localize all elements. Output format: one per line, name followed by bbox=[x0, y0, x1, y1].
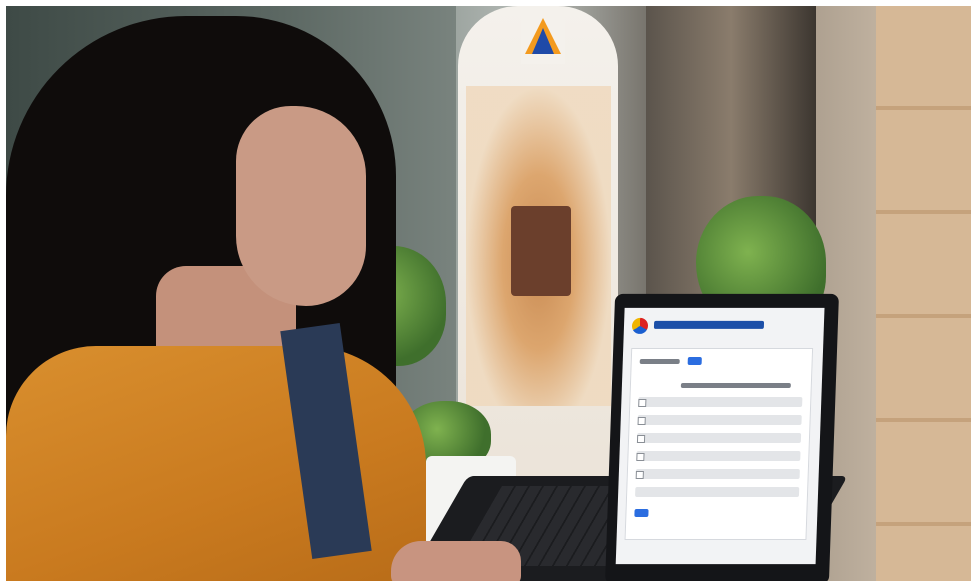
form-heading bbox=[639, 358, 680, 364]
banner-logo-icon bbox=[521, 14, 565, 64]
logo-icon bbox=[631, 317, 649, 334]
woman-hand bbox=[391, 541, 521, 581]
form-option-row bbox=[637, 414, 802, 425]
form-checkbox bbox=[638, 398, 647, 407]
screen-title-bar bbox=[653, 320, 765, 329]
banner-door-illustration bbox=[511, 206, 571, 296]
woman-face bbox=[236, 106, 366, 306]
laptop-lid bbox=[605, 293, 839, 581]
screen-form-panel bbox=[624, 347, 814, 541]
form-submit-button bbox=[634, 509, 649, 518]
office-photo bbox=[6, 6, 971, 581]
laptop-screen bbox=[615, 307, 825, 565]
form-option-row bbox=[635, 487, 800, 498]
form-checkbox bbox=[637, 416, 646, 425]
form-option-row bbox=[638, 396, 803, 407]
form-question bbox=[680, 382, 791, 388]
form-top-button bbox=[687, 356, 702, 365]
wood-panel-wall bbox=[876, 6, 971, 581]
form-option-row bbox=[635, 469, 800, 480]
form-option-row bbox=[636, 432, 802, 444]
form-option-row bbox=[636, 451, 801, 462]
form-checkbox bbox=[636, 453, 645, 462]
form-checkbox bbox=[635, 471, 644, 480]
form-checkbox bbox=[636, 434, 646, 444]
